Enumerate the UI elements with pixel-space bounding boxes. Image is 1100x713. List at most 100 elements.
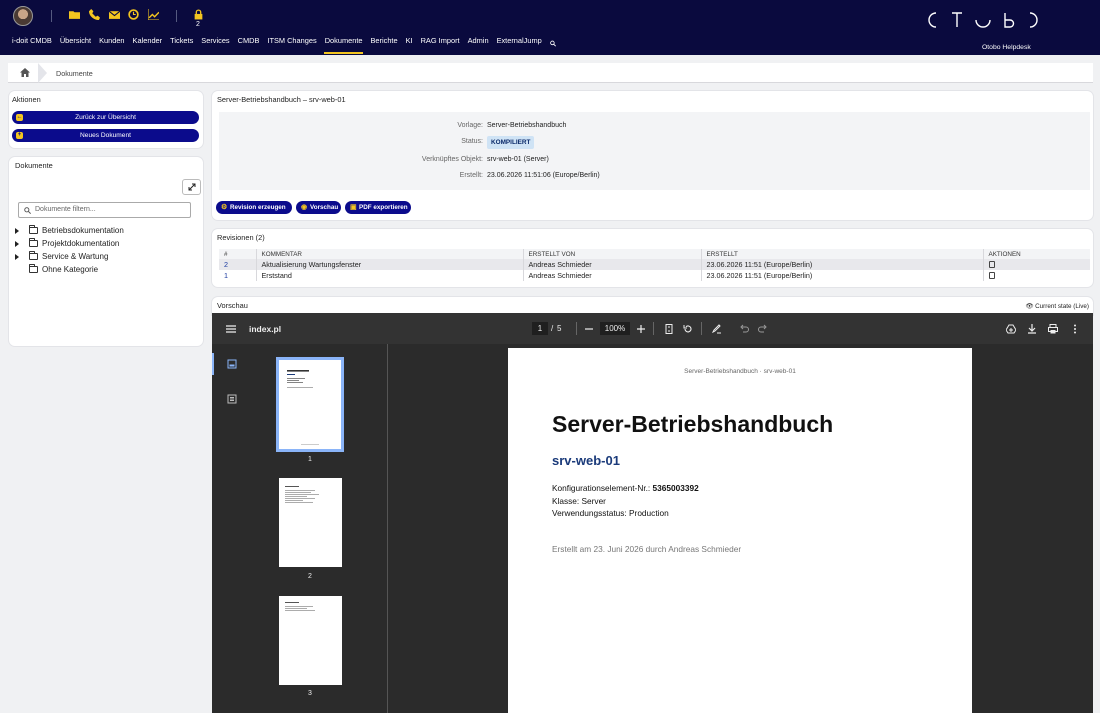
export-pdf-label: PDF exportieren: [359, 204, 408, 211]
drive-icon[interactable]: [1006, 324, 1016, 334]
thumbnail-content: [285, 486, 319, 503]
search-icon[interactable]: [546, 36, 560, 50]
column-header[interactable]: KOMMENTAR: [256, 249, 524, 259]
breadcrumb-current[interactable]: Dokumente: [56, 69, 93, 78]
more-options-icon[interactable]: [1070, 324, 1080, 334]
nav-kunden[interactable]: Kunden: [95, 36, 128, 50]
outline-icon[interactable]: [227, 394, 237, 406]
tree-item-betriebsdokumentation[interactable]: Betriebsdokumentation: [15, 224, 124, 237]
template-value: Server-Betriebshandbuch: [487, 122, 567, 129]
page-number-input[interactable]: 1: [532, 322, 548, 335]
nav-admin[interactable]: Admin: [464, 36, 493, 50]
linked-object-value: srv-web-01 (Server): [487, 156, 549, 163]
file-pdf-icon[interactable]: [988, 272, 995, 279]
nav-idoit-cmdb[interactable]: i-doit CMDB: [8, 36, 56, 50]
arrow-left-icon: ←: [16, 114, 23, 121]
tree-item-label: Service & Wartung: [42, 252, 109, 261]
tree-item-ohne-kategorie[interactable]: Ohne Kategorie: [15, 263, 124, 276]
chart-line-icon[interactable]: [148, 9, 159, 20]
table-row[interactable]: 2 Aktualisierung Wartungsfenster Andreas…: [219, 259, 1090, 270]
top-header: 2 i-doit CMDB Übersicht Kunden Kalender …: [0, 0, 1100, 55]
created-value: 23.06.2026 11:51:06 (Europe/Berlin): [487, 172, 600, 179]
nav-kalender[interactable]: Kalender: [129, 36, 167, 50]
user-avatar[interactable]: [13, 6, 33, 26]
expand-button[interactable]: [182, 179, 201, 195]
pdf-page: Server-Betriebshandbuch · srv-web-01 Ser…: [508, 348, 972, 713]
nav-services[interactable]: Services: [197, 36, 233, 50]
back-button-label: Zurück zur Übersicht: [75, 114, 136, 121]
phone-icon[interactable]: [89, 9, 100, 20]
table-row[interactable]: 1 Erststand Andreas Schmieder 23.06.2026…: [219, 270, 1090, 281]
column-header: #: [219, 249, 257, 259]
new-document-button[interactable]: + Neues Dokument: [12, 129, 199, 142]
revision-number[interactable]: 1: [219, 270, 257, 281]
otobo-logo[interactable]: [928, 11, 1040, 29]
column-header[interactable]: ERSTELLT: [701, 249, 984, 259]
back-to-overview-button[interactable]: ← Zurück zur Übersicht: [12, 111, 199, 124]
column-header[interactable]: ERSTELLT VON: [523, 249, 702, 259]
nav-externaljump[interactable]: ExternalJump: [493, 36, 546, 50]
export-pdf-button[interactable]: ▣ PDF exportieren: [345, 201, 411, 214]
eye-icon: 👁: [1025, 303, 1034, 310]
page-total: 5: [557, 324, 562, 333]
eye-icon: ◉: [301, 204, 308, 211]
document-filter-input[interactable]: Dokumente filtern...: [18, 202, 191, 218]
nav-ki[interactable]: KI: [402, 36, 417, 50]
search-icon: [24, 207, 31, 214]
caret-right-icon[interactable]: [15, 241, 19, 247]
thumbnail-label: 2: [308, 573, 312, 580]
caret-right-icon[interactable]: [15, 254, 19, 260]
lock-icon[interactable]: [193, 9, 204, 20]
divider: [701, 322, 702, 335]
file-pdf-icon[interactable]: [988, 261, 995, 268]
redo-icon[interactable]: [758, 324, 768, 334]
folder-icon: [29, 225, 38, 234]
tree-item-service-wartung[interactable]: Service & Wartung: [15, 250, 124, 263]
create-revision-button[interactable]: ⚙ Revision erzeugen: [216, 201, 292, 214]
mail-icon[interactable]: [109, 9, 120, 20]
breadcrumb-separator: [38, 63, 47, 83]
linked-object-label: Verknüpftes Objekt:: [421, 156, 483, 163]
page-thumbnail-3[interactable]: [279, 596, 342, 685]
nav-itsm-changes[interactable]: ITSM Changes: [263, 36, 320, 50]
main-navigation: i-doit CMDB Übersicht Kunden Kalender Ti…: [8, 36, 560, 54]
revision-number[interactable]: 2: [219, 259, 257, 270]
rotate-icon[interactable]: [683, 324, 693, 334]
zoom-out-icon[interactable]: [584, 324, 594, 334]
zoom-in-icon[interactable]: [636, 324, 646, 334]
nav-dokumente[interactable]: Dokumente: [321, 36, 367, 54]
page-thumbnail-1[interactable]: [276, 357, 344, 452]
expand-icon: [188, 183, 195, 191]
clock-icon[interactable]: [128, 9, 139, 20]
thumbnail-content: [285, 602, 315, 611]
status-label: Status:: [461, 138, 483, 145]
lock-count: 2: [196, 21, 200, 28]
ci-label: Konfigurationselement-Nr.:: [552, 483, 653, 493]
revision-created: 23.06.2026 11:51 (Europe/Berlin): [701, 270, 984, 281]
print-icon[interactable]: [1048, 324, 1058, 334]
folder-icon: [29, 251, 38, 260]
nav-uebersicht[interactable]: Übersicht: [56, 36, 95, 50]
document-heading: Server-Betriebshandbuch: [552, 411, 834, 437]
tree-item-projektdokumentation[interactable]: Projektdokumentation: [15, 237, 124, 250]
divider: [51, 10, 52, 22]
caret-right-icon[interactable]: [15, 228, 19, 234]
nav-rag-import[interactable]: RAG Import: [417, 36, 464, 50]
download-icon[interactable]: [1027, 324, 1037, 334]
fit-page-icon[interactable]: [664, 324, 674, 334]
nav-cmdb[interactable]: CMDB: [234, 36, 264, 50]
thumbnails-icon[interactable]: [227, 359, 237, 371]
annotate-icon[interactable]: [712, 324, 722, 334]
nav-tickets[interactable]: Tickets: [166, 36, 197, 50]
zoom-level[interactable]: 100%: [600, 322, 630, 335]
document-detail-panel: Server-Betriebshandbuch – srv-web-01 Vor…: [212, 91, 1093, 220]
undo-icon[interactable]: [739, 324, 749, 334]
preview-button[interactable]: ◉ Vorschau: [296, 201, 341, 214]
home-icon[interactable]: [20, 68, 30, 77]
menu-icon[interactable]: [226, 324, 236, 334]
pdf-sidebar: 1 2 3: [212, 344, 388, 713]
nav-berichte[interactable]: Berichte: [366, 36, 401, 50]
folder-icon[interactable]: [69, 9, 80, 20]
current-state-link[interactable]: 👁 Current state (Live): [1025, 302, 1089, 310]
page-thumbnail-2[interactable]: [279, 478, 342, 567]
